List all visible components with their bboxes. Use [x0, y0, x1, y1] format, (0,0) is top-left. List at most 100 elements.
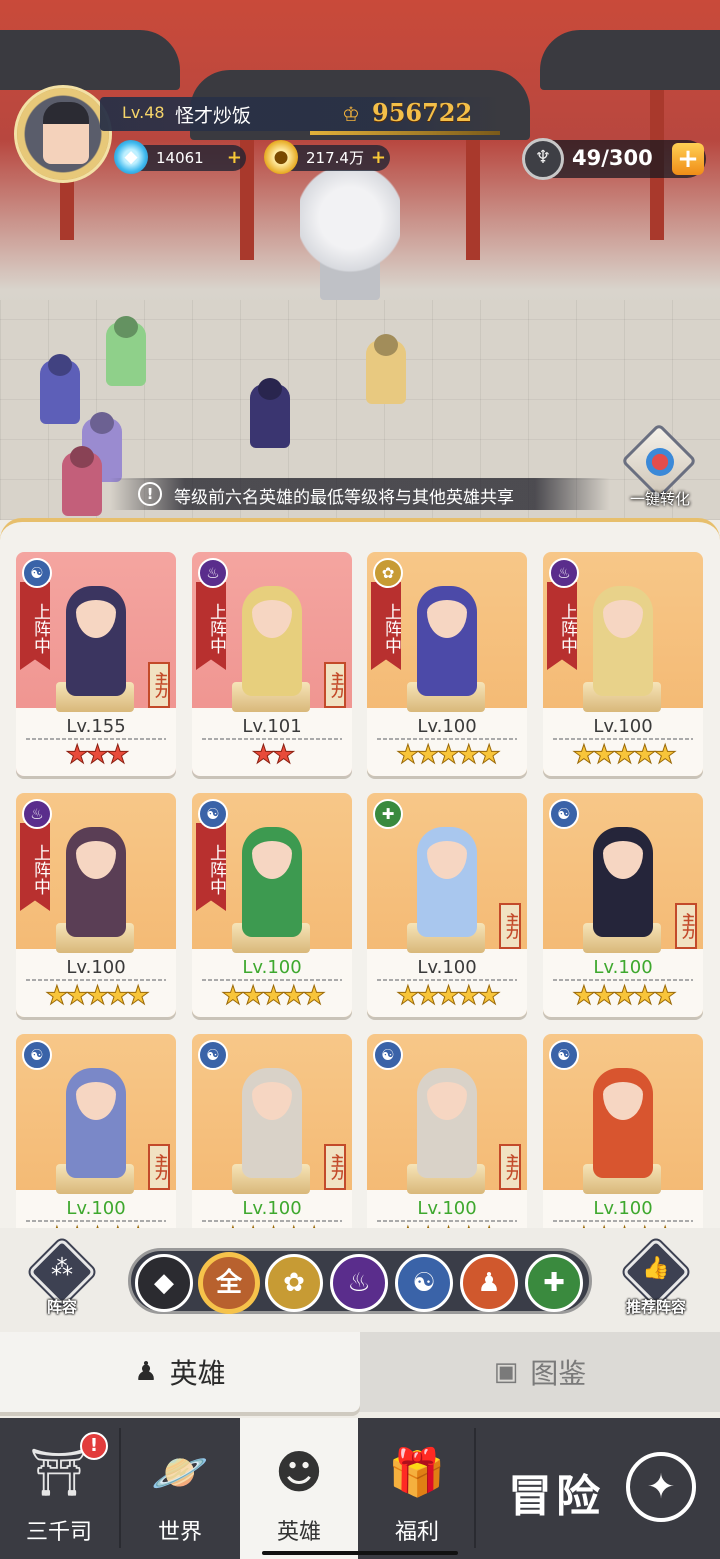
tab-heroes[interactable]: ♟ 英雄 [0, 1332, 360, 1412]
gem-value: 14061 [156, 149, 204, 167]
lineup-label: 阵容 [46, 1298, 77, 1316]
water-element-icon: ☯ [549, 799, 579, 829]
filter-chip-tri[interactable]: ◆ [135, 1254, 193, 1312]
hero-card[interactable]: ♨ 上阵中 Lv.100 ★★★★★ [16, 793, 176, 1017]
main-force-tag: 主力 [499, 1144, 521, 1190]
star-rating: ★★★★★ [367, 1222, 527, 1229]
hero-portrait [593, 1068, 653, 1178]
main-force-tag: 主力 [499, 903, 521, 949]
power-value: 956722 [372, 98, 473, 127]
main-force-tag: 主力 [148, 1144, 170, 1190]
star-rating: ★★★★★ [16, 1222, 176, 1229]
water-element-icon: ☯ [549, 1040, 579, 1070]
notice-text: 等级前六名英雄的最低等级将与其他英雄共享 [174, 488, 514, 508]
hero-card[interactable]: ☯ 主力 Lv.100 ★★★★★ [16, 1034, 176, 1228]
hero-sprite[interactable] [62, 452, 102, 516]
filter-chip-light[interactable]: ✿ [265, 1254, 323, 1312]
recommended-lineup-button[interactable]: 👍 推荐阵容 [610, 1238, 700, 1324]
one-click-convert-button[interactable]: 一键转化 [620, 422, 700, 510]
hero-figure-icon: ♟ [134, 1357, 158, 1387]
filter-chip-water[interactable]: ☯ [395, 1254, 453, 1312]
hero-portrait [593, 586, 653, 696]
star-rating: ★★★★★ [543, 1222, 703, 1229]
star-rating: ★★★★★ [221, 981, 327, 1012]
recommend-label: 推荐阵容 [625, 1298, 686, 1316]
hero-card[interactable]: ✚ 主力 Lv.100 ★★★★★ [367, 793, 527, 1017]
hero-card[interactable]: ☯ 上阵中 主力 Lv.155 ★★★ [16, 552, 176, 776]
hero-portrait [66, 827, 126, 937]
filter-chip-all[interactable]: 全 [200, 1254, 258, 1312]
star-rating: ★★★★★ [572, 981, 678, 1012]
filter-chip-fire[interactable]: ♨ [330, 1254, 388, 1312]
hero-level: Lv.100 [66, 957, 126, 978]
coin-icon: ● [264, 140, 298, 174]
hero-portrait [242, 827, 302, 937]
hero-card[interactable]: ✿ 上阵中 Lv.100 ★★★★★ [367, 552, 527, 776]
hero-card[interactable]: ☯ 主力 Lv.100 ★★★★★ [192, 1034, 352, 1228]
nav-heroes[interactable]: ☻ 英雄 [240, 1418, 358, 1559]
helmet-icon: ♆ [522, 138, 564, 180]
star-rating: ★★★★★ [396, 981, 502, 1012]
nav-welfare-label: 福利 [394, 1520, 439, 1545]
nature-element-icon: ✚ [373, 799, 403, 829]
filter-chip-spirit[interactable]: ♟ [460, 1254, 518, 1312]
hero-level: Lv.100 [66, 1198, 126, 1219]
nav-adventure-label: 冒险 [508, 1471, 604, 1522]
fire-element-icon: ♨ [549, 558, 579, 588]
lineup-button[interactable]: ⁂ 阵容 [16, 1238, 106, 1324]
planet-icon: 🪐 [151, 1445, 209, 1499]
hero-card[interactable]: ☯ Lv.100 ★★★★★ [543, 1034, 703, 1228]
hero-sprite[interactable] [106, 322, 146, 386]
hero-card[interactable]: ☯ 主力 Lv.100 ★★★★★ [543, 793, 703, 1017]
star-rating: ★★★★★ [45, 981, 151, 1012]
nav-world[interactable]: 🪐 世界 [121, 1418, 239, 1559]
hero-card[interactable]: ♨ 上阵中 Lv.100 ★★★★★ [543, 552, 703, 776]
nav-welfare[interactable]: 🎁 福利 [358, 1418, 476, 1559]
main-force-tag: 主力 [324, 662, 346, 708]
nav-adventure[interactable]: 冒险 ✦ [476, 1418, 720, 1559]
hero-card[interactable]: ☯ 主力 Lv.100 ★★★★★ [367, 1034, 527, 1228]
hero-card-panel[interactable]: ☯ 上阵中 主力 Lv.155 ★★★ ♨ 上阵中 主力 Lv.101 ★★ ✿ 上阵中 Lv.100 ★… [0, 518, 720, 1228]
nav-sanqiansi-label: 三千司 [25, 1520, 92, 1545]
home-indicator[interactable] [262, 1551, 458, 1555]
avatar-portrait [43, 102, 89, 164]
star-rating: ★★★★★ [572, 740, 678, 771]
deployed-flag: 上阵中 [196, 582, 226, 670]
temple-roof-right [540, 30, 720, 90]
nav-sanqiansi[interactable]: ⛩ ! 三千司 [0, 1418, 118, 1559]
gold-counter[interactable]: ● 217.4万 + [264, 140, 390, 174]
element-filter-track: ◆ 全 ✿ ♨ ☯ ♟ ✚ [128, 1248, 592, 1314]
hero-level: Lv.100 [417, 1198, 477, 1219]
tab-codex-label: 图鉴 [530, 1357, 587, 1390]
hero-card[interactable]: ♨ 上阵中 主力 Lv.101 ★★ [192, 552, 352, 776]
hero-level: Lv.101 [242, 716, 302, 737]
add-gold-icon[interactable]: + [371, 145, 386, 171]
gem-counter[interactable]: ◆ 14061 + [114, 140, 246, 174]
filter-chip-nature[interactable]: ✚ [525, 1254, 583, 1312]
hero-portrait [417, 1068, 477, 1178]
deployed-flag: 上阵中 [196, 823, 226, 911]
hero-card[interactable]: ☯ 上阵中 Lv.100 ★★★★★ [192, 793, 352, 1017]
avatar[interactable] [14, 85, 112, 183]
gold-value: 217.4万 [306, 149, 364, 167]
fire-element-icon: ♨ [198, 558, 228, 588]
hero-sprite[interactable] [40, 360, 80, 424]
element-filter-bar: ⁂ 阵容 ◆ 全 ✿ ♨ ☯ ♟ ✚ 👍 推荐阵容 [0, 1228, 720, 1332]
water-element-icon: ☯ [22, 1040, 52, 1070]
hero-sprite[interactable] [250, 384, 290, 448]
tab-codex[interactable]: ▣ 图鉴 [360, 1332, 720, 1412]
expand-capacity-button[interactable]: + [672, 143, 704, 175]
hero-level: Lv.100 [242, 1198, 302, 1219]
main-force-tag: 主力 [675, 903, 697, 949]
add-gems-icon[interactable]: + [227, 145, 242, 171]
hero-capacity: ♆ 49/300 + [522, 138, 706, 180]
main-force-tag: 主力 [148, 662, 170, 708]
hero-level: Lv.100 [417, 716, 477, 737]
deployed-flag: 上阵中 [20, 582, 50, 670]
hero-capacity-value: 49/300 [572, 146, 653, 170]
deployed-flag: 上阵中 [371, 582, 401, 670]
hero-level: Lv.155 [66, 716, 126, 737]
hero-level: Lv.100 [593, 716, 653, 737]
hero-sprite[interactable] [366, 340, 406, 404]
water-element-icon: ☯ [373, 1040, 403, 1070]
